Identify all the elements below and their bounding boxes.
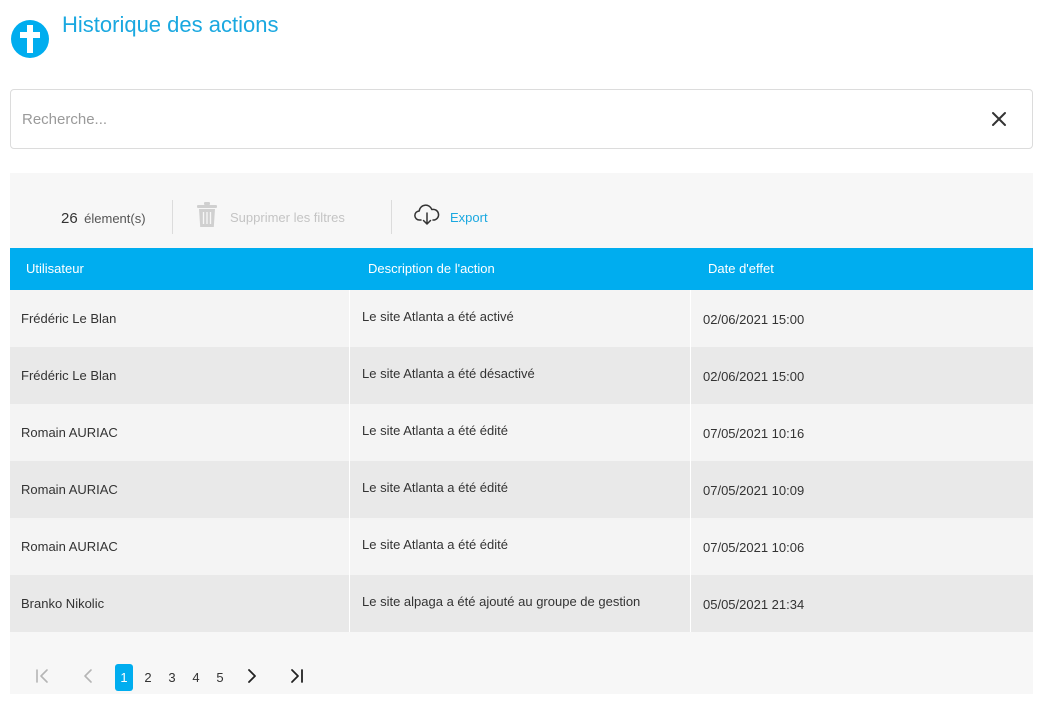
- cell-date: 07/05/2021 10:09: [703, 483, 805, 498]
- cell-description: Le site Atlanta a été édité: [350, 461, 691, 518]
- export-button[interactable]: Export: [414, 201, 488, 233]
- cell-description: Le site Atlanta a été activé: [350, 290, 691, 347]
- page-button-5[interactable]: 5: [211, 664, 229, 691]
- close-icon[interactable]: [988, 108, 1010, 130]
- toolbar-divider: [391, 200, 392, 234]
- cell-user: Romain AURIAC: [10, 518, 350, 575]
- cell-user: Frédéric Le Blan: [10, 290, 350, 347]
- table-row[interactable]: Frédéric Le Blan Le site Atlanta a été a…: [10, 290, 1033, 347]
- column-header-user[interactable]: Utilisateur: [10, 248, 350, 290]
- column-header-description[interactable]: Description de l'action: [350, 248, 690, 290]
- toolbar: 26 élement(s) Supprimer les filtres Expo…: [10, 173, 1033, 248]
- page-button-1[interactable]: 1: [115, 664, 133, 691]
- table-row[interactable]: Romain AURIAC Le site Atlanta a été édit…: [10, 518, 1033, 575]
- item-count: 26 élement(s): [61, 210, 146, 228]
- previous-page-button[interactable]: [78, 664, 98, 691]
- clear-filters-button[interactable]: Supprimer les filtres: [196, 201, 345, 233]
- cell-description: Le site Atlanta a été édité: [350, 518, 691, 575]
- chevron-left-icon: [80, 667, 96, 688]
- cell-user: Frédéric Le Blan: [10, 347, 350, 404]
- cell-user: Romain AURIAC: [10, 461, 350, 518]
- table-row[interactable]: Branko Nikolic Le site alpaga a été ajou…: [10, 575, 1033, 632]
- page-header: [10, 14, 50, 64]
- chevron-right-icon: [244, 667, 260, 688]
- search-input[interactable]: [22, 90, 962, 148]
- cell-description: Le site alpaga a été ajouté au groupe de…: [350, 575, 691, 632]
- page-button-2[interactable]: 2: [139, 664, 157, 691]
- trash-icon: [196, 201, 218, 233]
- cell-date: 07/05/2021 10:16: [703, 426, 805, 441]
- first-page-icon: [34, 667, 52, 688]
- page-button-4[interactable]: 4: [187, 664, 205, 691]
- page-title: Historique des actions: [62, 12, 279, 37]
- pagination: 1 2 3 4 5: [10, 663, 1033, 693]
- last-page-button[interactable]: [284, 664, 308, 691]
- table-row[interactable]: Romain AURIAC Le site Atlanta a été édit…: [10, 461, 1033, 518]
- actions-table: Utilisateur Description de l'action Date…: [10, 248, 1033, 632]
- item-count-label: élement(s): [84, 211, 146, 226]
- results-panel: 26 élement(s) Supprimer les filtres Expo…: [10, 173, 1033, 694]
- cross-circle-icon: [10, 19, 50, 59]
- cell-date: 02/06/2021 15:00: [703, 312, 805, 327]
- cell-date: 02/06/2021 15:00: [703, 369, 805, 384]
- next-page-button[interactable]: [242, 664, 262, 691]
- page-button-3[interactable]: 3: [163, 664, 181, 691]
- cell-user: Romain AURIAC: [10, 404, 350, 461]
- table-row[interactable]: Frédéric Le Blan Le site Atlanta a été d…: [10, 347, 1033, 404]
- column-header-date[interactable]: Date d'effet: [690, 248, 1033, 290]
- first-page-button[interactable]: [32, 664, 54, 691]
- table-row[interactable]: Romain AURIAC Le site Atlanta a été édit…: [10, 404, 1033, 461]
- table-header: Utilisateur Description de l'action Date…: [10, 248, 1033, 290]
- export-label: Export: [450, 209, 488, 225]
- cloud-download-icon: [414, 203, 440, 231]
- cell-user: Branko Nikolic: [10, 575, 350, 632]
- cell-description: Le site Atlanta a été désactivé: [350, 347, 691, 404]
- cell-description: Le site Atlanta a été édité: [350, 404, 691, 461]
- cell-date: 07/05/2021 10:06: [703, 540, 805, 555]
- clear-filters-label: Supprimer les filtres: [230, 209, 345, 225]
- last-page-icon: [287, 667, 305, 688]
- toolbar-divider: [172, 200, 173, 234]
- cell-date: 05/05/2021 21:34: [703, 597, 805, 612]
- item-count-number: 26: [61, 210, 78, 227]
- search-box: [10, 89, 1033, 149]
